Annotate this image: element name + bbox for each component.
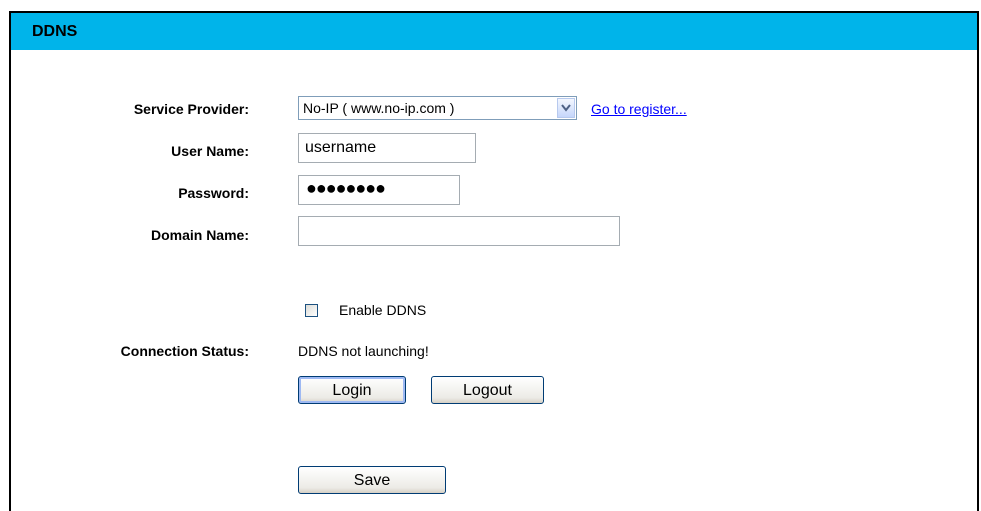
password-input[interactable]: ●●●●●●●● (298, 175, 460, 205)
save-button[interactable]: Save (298, 466, 446, 494)
connection-status-label: Connection Status: (120, 343, 249, 359)
login-button[interactable]: Login (298, 376, 406, 404)
page-title: DDNS (32, 23, 78, 40)
connection-status-value: DDNS not launching! (298, 343, 429, 359)
password-label: Password: (178, 185, 249, 201)
ddns-panel: DDNS (9, 11, 979, 511)
domain-name-label: Domain Name: (150, 227, 249, 243)
panel-header: DDNS (11, 13, 977, 50)
username-input[interactable] (298, 133, 476, 163)
username-label: User Name: (171, 143, 249, 159)
enable-ddns-label: Enable DDNS (339, 302, 427, 318)
domain-name-input[interactable] (298, 216, 620, 246)
password-value: ●●●●●●●● (306, 178, 386, 198)
service-provider-label: Service Provider: (133, 101, 249, 117)
register-link[interactable]: Go to register... (591, 101, 687, 117)
service-provider-select[interactable]: No-IP ( www.no-ip.com ) (298, 96, 577, 120)
chevron-down-icon[interactable] (557, 98, 575, 118)
enable-ddns-checkbox[interactable] (305, 304, 318, 317)
service-provider-value: No-IP ( www.no-ip.com ) (303, 100, 455, 116)
logout-button[interactable]: Logout (431, 376, 544, 404)
